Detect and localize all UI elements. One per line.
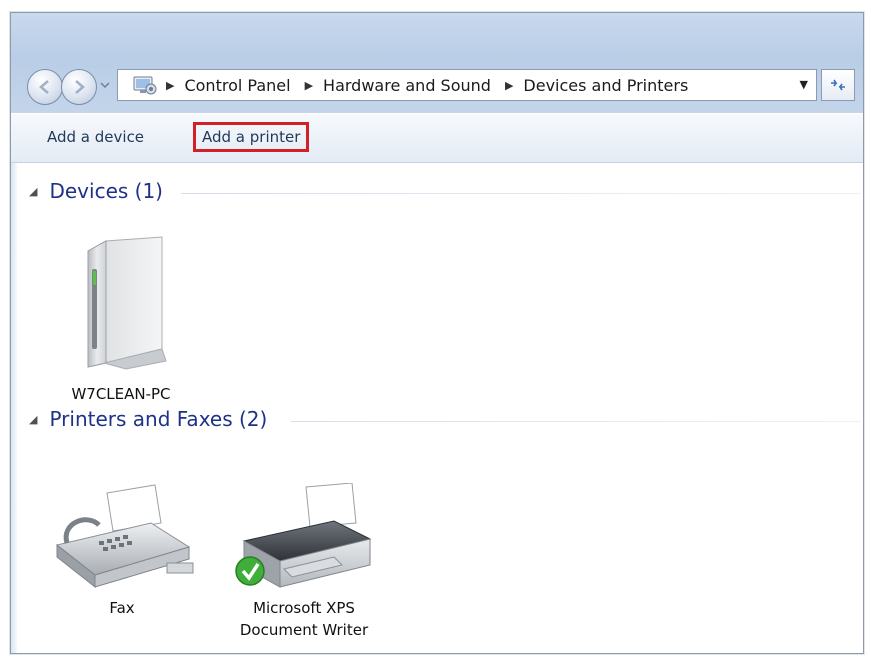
address-dropdown-icon[interactable]: ▼ xyxy=(800,78,808,91)
refresh-button[interactable] xyxy=(821,69,855,101)
group-header-devices[interactable]: ◢ Devices (1) xyxy=(29,179,163,203)
printer-label-xps-line2: Document Writer xyxy=(239,621,369,639)
group-header-printers-faxes[interactable]: ◢ Printers and Faxes (2) xyxy=(29,407,267,431)
add-device-button[interactable]: Add a device xyxy=(41,126,150,148)
breadcrumb: ▶ Control Panel ▶ Hardware and Sound ▶ D… xyxy=(166,76,702,95)
command-bar: Add a device Add a printer xyxy=(11,113,863,163)
title-bar: ▶ Control Panel ▶ Hardware and Sound ▶ D… xyxy=(11,13,863,113)
add-printer-button[interactable]: Add a printer xyxy=(193,122,310,152)
breadcrumb-separator-icon[interactable]: ▶ xyxy=(505,79,513,92)
arrow-right-icon xyxy=(75,80,85,94)
group-label-devices: Devices (1) xyxy=(49,179,163,203)
printer-item-xps-writer[interactable]: Microsoft XPS Document Writer xyxy=(219,482,389,641)
computer-tower-icon xyxy=(87,236,167,370)
arrow-left-icon xyxy=(39,80,49,94)
device-label-computer: W7CLEAN-PC xyxy=(71,385,171,403)
breadcrumb-hardware-and-sound[interactable]: Hardware and Sound xyxy=(323,76,491,95)
breadcrumb-separator-icon[interactable]: ▶ xyxy=(166,79,174,92)
address-bar[interactable]: ▶ Control Panel ▶ Hardware and Sound ▶ D… xyxy=(117,69,817,101)
group-divider xyxy=(181,193,861,194)
chevron-down-icon xyxy=(100,82,110,89)
explorer-window: ▶ Control Panel ▶ Hardware and Sound ▶ D… xyxy=(10,12,864,654)
printer-icon xyxy=(235,482,372,588)
fax-machine-icon xyxy=(55,484,194,589)
group-label-printers-faxes: Printers and Faxes (2) xyxy=(49,407,268,431)
device-item-computer[interactable]: W7CLEAN-PC xyxy=(51,229,191,405)
group-divider xyxy=(291,421,861,422)
printer-label-xps-line1: Microsoft XPS xyxy=(253,599,355,617)
navigation-pane-edge xyxy=(11,163,17,653)
back-button[interactable] xyxy=(27,69,63,105)
content-pane: ◢ Devices (1) W7CLEAN-PC ◢ Printers and … xyxy=(11,163,863,653)
printer-label-fax: Fax xyxy=(109,599,135,617)
breadcrumb-separator-icon[interactable]: ▶ xyxy=(305,79,313,92)
breadcrumb-control-panel[interactable]: Control Panel xyxy=(184,76,290,95)
printer-item-fax[interactable]: Fax xyxy=(47,483,197,619)
recent-pages-button[interactable] xyxy=(99,79,111,91)
control-panel-icon xyxy=(133,76,157,95)
forward-button[interactable] xyxy=(61,69,97,105)
refresh-icon xyxy=(831,79,845,91)
breadcrumb-devices-and-printers[interactable]: Devices and Printers xyxy=(523,76,688,95)
collapse-triangle-icon[interactable]: ◢ xyxy=(29,413,37,426)
collapse-triangle-icon[interactable]: ◢ xyxy=(29,185,37,198)
